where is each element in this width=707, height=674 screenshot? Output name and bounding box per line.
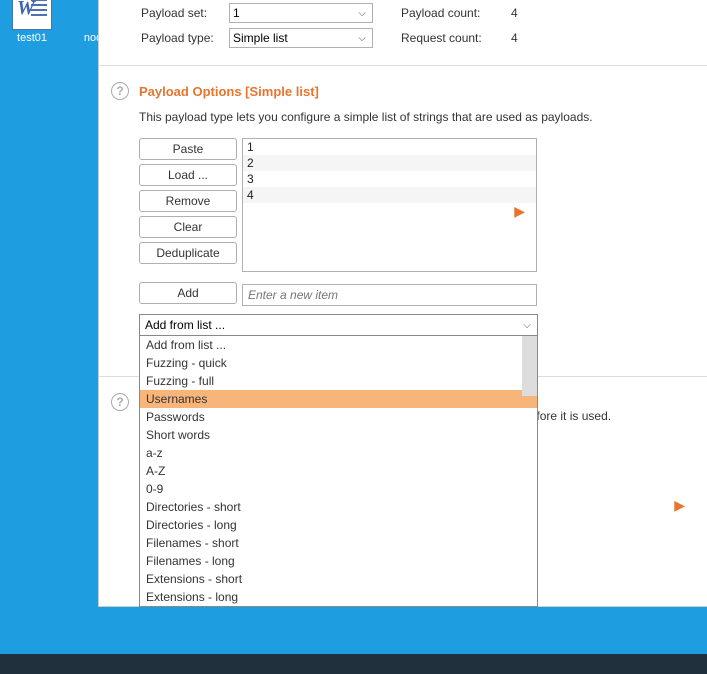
- list-item[interactable]: 1: [243, 139, 536, 155]
- payload-set-select[interactable]: 1 ⌵: [229, 3, 373, 23]
- dropdown-option[interactable]: Short words: [140, 426, 537, 444]
- chevron-down-icon: ⌵: [355, 8, 369, 19]
- dropdown-option[interactable]: Filenames - short: [140, 534, 537, 552]
- deduplicate-button[interactable]: Deduplicate: [139, 242, 237, 264]
- dropdown-option[interactable]: Add from list ...: [140, 336, 537, 354]
- word-doc-icon: W: [12, 0, 52, 30]
- dropdown-option[interactable]: Extensions - short: [140, 570, 537, 588]
- dropdown-option[interactable]: Fuzzing - quick: [140, 354, 537, 372]
- section-description: This payload type lets you configure a s…: [139, 110, 695, 124]
- list-item[interactable]: 3: [243, 171, 536, 187]
- remove-button[interactable]: Remove: [139, 190, 237, 212]
- request-count-label: Request count:: [401, 31, 511, 45]
- dropdown-option[interactable]: Passwords: [140, 408, 537, 426]
- dropdown-option[interactable]: A-Z: [140, 462, 537, 480]
- list-item[interactable]: 4: [243, 187, 536, 203]
- add-from-list-dropdown: Add from list ...Fuzzing - quickFuzzing …: [139, 336, 538, 607]
- add-from-list-select[interactable]: Add from list ... ⌵: [139, 314, 538, 336]
- list-item[interactable]: 2: [243, 155, 536, 171]
- app-window: Payload set: 1 ⌵ Payload count: 4 Payloa…: [98, 0, 707, 607]
- payload-count-value: 4: [511, 6, 518, 20]
- dropdown-option[interactable]: Usernames: [140, 390, 537, 408]
- dropdown-option[interactable]: Filenames - long: [140, 552, 537, 570]
- paste-button[interactable]: Paste: [139, 138, 237, 160]
- payload-options-section: ? Payload Options [Simple list] This pay…: [99, 66, 707, 336]
- payload-count-label: Payload count:: [401, 6, 511, 20]
- section-title: Payload Options [Simple list]: [139, 84, 319, 99]
- arrow-right-icon: ▶: [514, 203, 525, 220]
- dropdown-option[interactable]: Fuzzing - full: [140, 372, 537, 390]
- dropdown-option[interactable]: Directories - short: [140, 498, 537, 516]
- taskbar[interactable]: [0, 654, 707, 674]
- help-icon[interactable]: ?: [111, 82, 129, 100]
- clear-button[interactable]: Clear: [139, 216, 237, 238]
- payload-list[interactable]: 1 2 3 4: [242, 138, 537, 272]
- chevron-down-icon: ⌵: [520, 320, 534, 331]
- add-button[interactable]: Add: [139, 282, 237, 304]
- add-item-input[interactable]: [242, 284, 537, 306]
- help-icon[interactable]: ?: [111, 393, 129, 411]
- desktop-icon-test01[interactable]: W test01: [2, 0, 62, 44]
- scrollbar[interactable]: [522, 336, 537, 396]
- payload-type-select[interactable]: Simple list ⌵: [229, 28, 373, 48]
- dropdown-option[interactable]: Extensions - long: [140, 588, 537, 606]
- request-count-value: 4: [511, 31, 518, 45]
- payload-set-settings: Payload set: 1 ⌵ Payload count: 4 Payloa…: [99, 0, 707, 66]
- payload-set-label: Payload set:: [141, 6, 229, 20]
- desktop-icon-label: test01: [2, 32, 62, 44]
- arrow-right-icon: ▶: [674, 497, 685, 514]
- load-button[interactable]: Load ...: [139, 164, 237, 186]
- chevron-down-icon: ⌵: [355, 33, 369, 44]
- dropdown-option[interactable]: a-z: [140, 444, 537, 462]
- dropdown-option[interactable]: Directories - long: [140, 516, 537, 534]
- payload-type-label: Payload type:: [141, 31, 229, 45]
- dropdown-option[interactable]: 0-9: [140, 480, 537, 498]
